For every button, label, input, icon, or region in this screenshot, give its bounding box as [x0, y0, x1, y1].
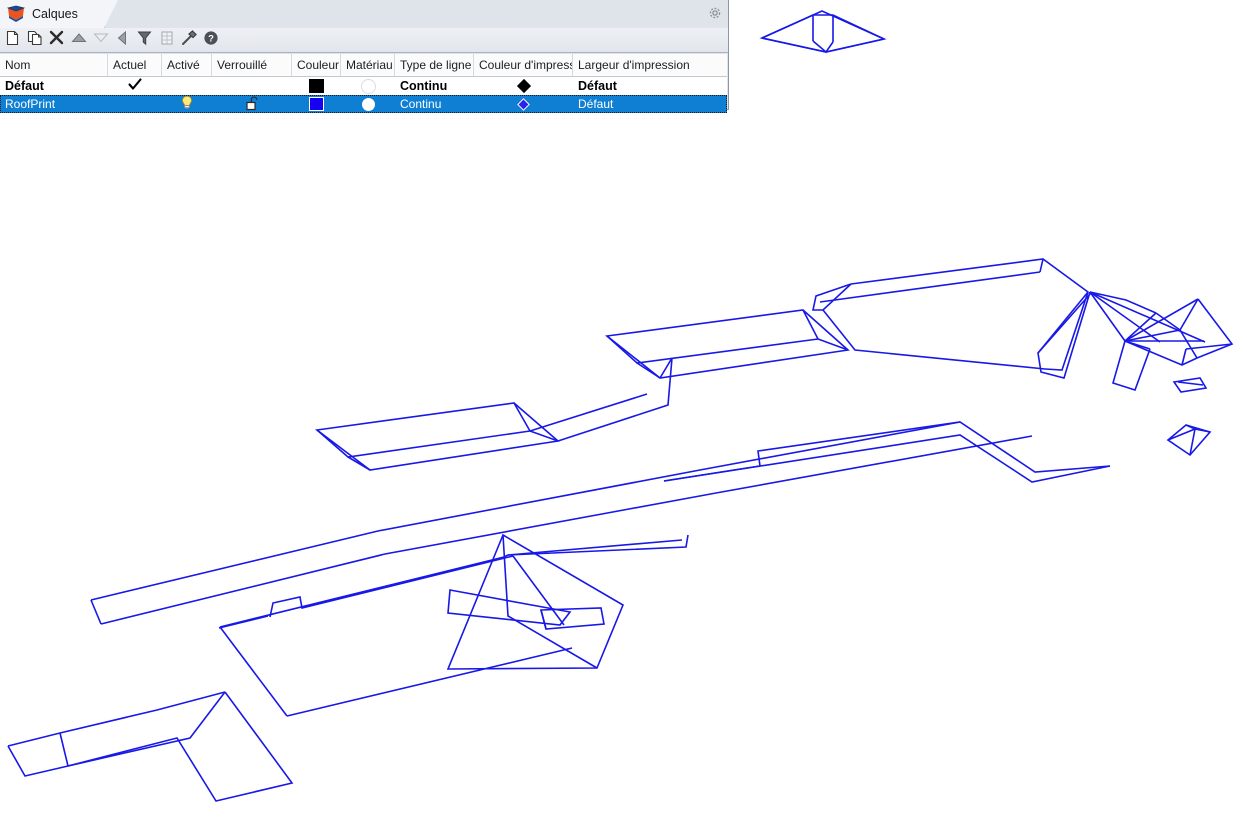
funnel-filter-icon [137, 30, 152, 51]
long-ridge-band-lower-left [314, 402, 560, 471]
duplicate-layer-button[interactable] [24, 30, 45, 51]
row-color-cell[interactable] [292, 77, 341, 95]
page-copy-icon [27, 30, 43, 51]
row-locked-cell[interactable] [212, 77, 292, 95]
table-states-icon [160, 30, 174, 51]
row-plot-width[interactable]: Défaut [573, 95, 727, 113]
row-plot-color-cell[interactable] [474, 77, 573, 95]
row-on-cell[interactable] [162, 95, 212, 113]
layers-table: Nom Actuel Activé Verrouillé Couleur Mat… [0, 54, 727, 113]
layers-toolbar: ? [0, 28, 728, 53]
diamond-black-icon [516, 78, 531, 94]
row-current-cell[interactable] [108, 95, 162, 113]
tab-calques-label: Calques [32, 7, 78, 21]
column-header-nom[interactable]: Nom [0, 54, 108, 76]
long-ridge-band-bottom [90, 421, 1033, 625]
layers-panel: Calques ? Nom Actuel Activé Verrouillé C… [0, 0, 729, 113]
stepped-roof-outline-left [218, 534, 689, 717]
x-delete-icon [49, 30, 64, 50]
help-button[interactable]: ? [200, 30, 221, 51]
color-swatch-blue-icon [309, 97, 324, 111]
row-locked-cell[interactable] [212, 95, 292, 113]
lightbulb-on-icon [180, 95, 194, 113]
table-row[interactable]: Défaut Continu Défaut [0, 77, 727, 95]
row-layer-name[interactable]: Défaut [0, 77, 108, 95]
material-circle-empty-icon [360, 78, 376, 94]
column-header-verrouille[interactable]: Verrouillé [212, 54, 292, 76]
padlock-open-icon [245, 95, 260, 113]
column-header-materiau[interactable]: Matériau [341, 54, 395, 76]
panel-tabstrip: Calques [0, 0, 728, 28]
layers-stack-icon [6, 5, 26, 23]
column-header-actuel[interactable]: Actuel [108, 54, 162, 76]
triangle-left-icon [116, 30, 129, 51]
mid-lower-rectangles [446, 533, 625, 670]
row-layer-name[interactable]: RoofPrint [0, 95, 108, 113]
small-pyramid-roof [1166, 424, 1212, 457]
layer-tools-button[interactable] [178, 29, 199, 51]
layers-table-header: Nom Actuel Activé Verrouillé Couleur Mat… [0, 54, 727, 77]
hammer-tools-icon [181, 29, 197, 51]
row-on-cell[interactable] [162, 77, 212, 95]
column-header-couleur[interactable]: Couleur [292, 54, 341, 76]
row-plot-width[interactable]: Défaut [573, 77, 727, 95]
diamond-blue-icon [517, 97, 530, 111]
pyramid-hip-roof-top-right [759, 10, 887, 54]
triangle-down-icon [92, 31, 109, 49]
long-ridge-band-middle [605, 309, 850, 379]
panel-settings-button[interactable] [706, 6, 724, 24]
move-layer-down-button[interactable] [90, 30, 111, 51]
column-header-active[interactable]: Activé [162, 54, 212, 76]
page-new-icon [5, 30, 20, 51]
row-linetype[interactable]: Continu [395, 77, 474, 95]
row-material-cell[interactable] [341, 77, 395, 95]
row-current-cell[interactable] [108, 77, 162, 95]
long-ridge-band-upper [812, 258, 1089, 371]
delete-layer-button[interactable] [46, 30, 67, 51]
complex-hip-roof-cluster-right [1037, 291, 1234, 391]
row-plot-color-cell[interactable] [474, 95, 573, 113]
column-header-largeur-impression[interactable]: Largeur d'impression [573, 54, 727, 76]
column-header-couleur-impression[interactable]: Couleur d'impressi... [474, 54, 573, 76]
question-help-icon: ? [203, 30, 219, 51]
long-ridge-band-middle-right [663, 421, 1111, 483]
triangle-up-icon [70, 31, 87, 49]
gear-icon [707, 5, 723, 26]
svg-text:?: ? [208, 33, 214, 44]
color-swatch-black-icon [309, 79, 324, 93]
stepped-roof-outline-notch [269, 555, 565, 626]
roof-plan-wireframe-svg [7, 10, 1234, 802]
row-color-cell[interactable] [292, 95, 341, 113]
row-linetype[interactable]: Continu [395, 95, 474, 113]
table-row[interactable]: RoofPrint Continu Défaut [0, 95, 727, 113]
column-header-type-de-ligne[interactable]: Type de ligne [395, 54, 474, 76]
material-circle-white-icon [361, 97, 375, 111]
new-layer-button[interactable] [2, 30, 23, 51]
bottom-left-l-shape [7, 691, 294, 802]
layer-filter-button[interactable] [134, 30, 155, 51]
check-mark-icon [128, 78, 142, 94]
move-layer-up-button[interactable] [68, 30, 89, 51]
tab-calques[interactable]: Calques [0, 0, 118, 28]
row-material-cell[interactable] [341, 95, 395, 113]
layer-states-button[interactable] [156, 30, 177, 51]
set-current-layer-button[interactable] [112, 30, 133, 51]
cad-drawing-canvas[interactable] [0, 0, 1247, 821]
small-flat-sliver [1172, 377, 1208, 393]
